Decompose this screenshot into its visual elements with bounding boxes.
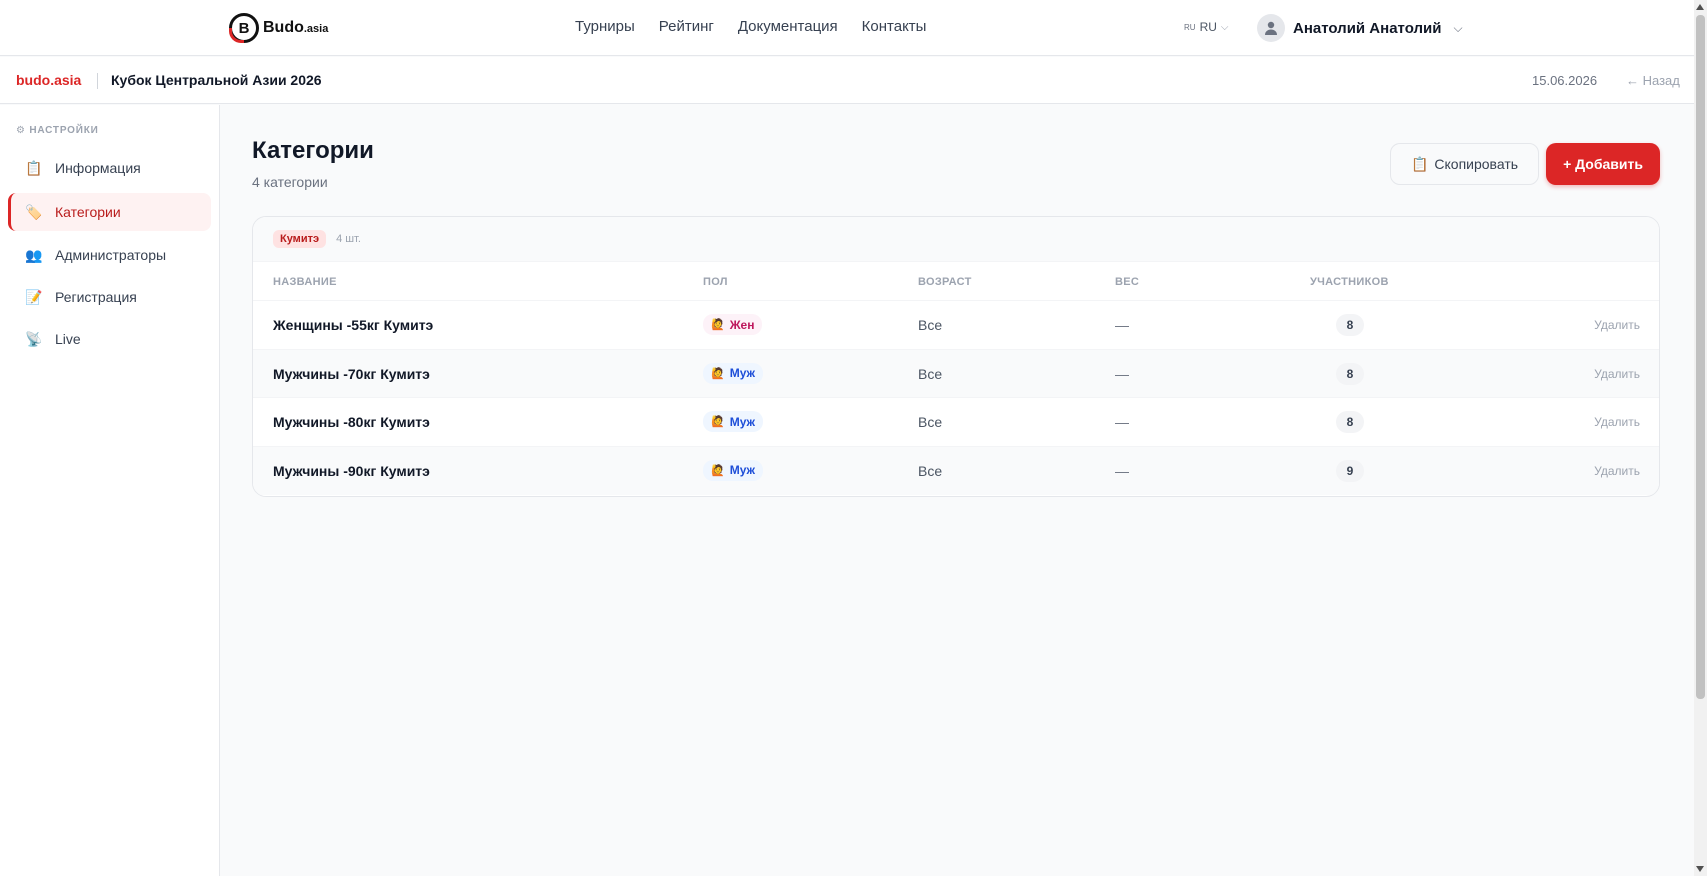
user-name: Анатолий Анатолий bbox=[1293, 19, 1442, 37]
category-name: Женщины -55кг Кумитэ bbox=[273, 317, 434, 333]
age-value: Все bbox=[918, 414, 943, 430]
participants-badge: 8 bbox=[1336, 411, 1364, 433]
category-name: Мужчины -90кг Кумитэ bbox=[273, 462, 430, 479]
brand-link[interactable]: budo.asia bbox=[16, 72, 81, 88]
avatar bbox=[1257, 14, 1285, 42]
top-navbar: B Budo.asia Турниры Рейтинг Документация… bbox=[0, 0, 1694, 56]
main-nav: Турниры Рейтинг Документация Контакты bbox=[575, 18, 926, 35]
sidebar-item-label: Live bbox=[55, 331, 81, 347]
category-name: Мужчины -80кг Кумитэ bbox=[273, 414, 430, 430]
logo-suffix: .asia bbox=[303, 23, 329, 35]
gender-badge: 🙋 Муж bbox=[703, 362, 764, 384]
logo-icon: B bbox=[229, 13, 259, 43]
copy-button[interactable]: 📋 Скопировать bbox=[1390, 143, 1539, 185]
table-body: Женщины -55кг Кумитэ 🙋 Жен Все — 8 Удалит… bbox=[253, 301, 1659, 495]
divider bbox=[97, 73, 98, 89]
budo-logo[interactable]: B Budo.asia bbox=[229, 12, 328, 44]
sidebar-item-label: Информация bbox=[55, 160, 141, 176]
table-row[interactable]: Женщины -55кг Кумитэ 🙋 Жен Все — 8 Удалит… bbox=[253, 301, 1659, 350]
sidebar-item-info[interactable]: 📋 Информация bbox=[8, 149, 211, 187]
tournament-header: budo.asia Кубок Центральной Азии 2026 15… bbox=[0, 57, 1694, 104]
page-scrollbar[interactable] bbox=[1694, 0, 1707, 876]
column-header-name: НАЗВАНИЕ bbox=[273, 276, 337, 288]
table-row[interactable]: Мужчины -80кг Кумитэ 🙋 Муж Все — 8 Удалит… bbox=[253, 398, 1659, 447]
column-header-age: ВОЗРАСТ bbox=[918, 276, 972, 288]
tag-icon: 🏷️ bbox=[25, 203, 43, 220]
category-name: Мужчины -70кг Кумитэ bbox=[273, 365, 430, 382]
column-header-gender: ПОЛ bbox=[703, 276, 728, 288]
sidebar-item-categories[interactable]: 🏷️ Категории bbox=[8, 193, 211, 231]
user-menu[interactable]: Анатолий Анатолий ⌵ bbox=[1257, 14, 1463, 42]
language-selector[interactable]: RU RU ⌵ bbox=[1184, 20, 1229, 34]
scroll-down-arrow-icon[interactable] bbox=[1696, 866, 1704, 872]
satellite-icon: 📡 bbox=[25, 330, 43, 347]
column-header-participants: УЧАСТНИКОВ bbox=[1310, 276, 1389, 288]
age-value: Все bbox=[918, 462, 943, 479]
participants-badge: 8 bbox=[1336, 314, 1364, 336]
add-category-button[interactable]: + Добавить bbox=[1546, 143, 1660, 185]
sidebar-item-admins[interactable]: 👥 Администраторы bbox=[8, 236, 211, 274]
clipboard-icon: 📋 bbox=[1410, 155, 1429, 172]
category-group-card: Кумитэ 4 шт. НАЗВАНИЕ ПОЛ ВОЗРАСТ ВЕС УЧ… bbox=[252, 216, 1660, 497]
weight-value: — bbox=[1115, 462, 1129, 479]
table-row[interactable]: Мужчины -70кг Кумитэ 🙋 Муж Все — 8 Удалит… bbox=[253, 349, 1659, 398]
gender-label: Муж bbox=[729, 366, 756, 380]
sidebar-item-label: Администраторы bbox=[55, 247, 167, 263]
sidebar-item-live[interactable]: 📡 Live bbox=[8, 320, 211, 358]
sidebar-item-label: Категории bbox=[55, 204, 121, 220]
sidebar-heading: ⚙ НАСТРОЙКИ bbox=[16, 125, 99, 136]
gender-badge: 🙋 Муж bbox=[703, 459, 764, 481]
person-icon: 🙋 bbox=[711, 464, 725, 477]
settings-sidebar: ⚙ НАСТРОЙКИ 📋 Информация 🏷️ Категории 👥 … bbox=[0, 105, 220, 876]
page-title: Категории bbox=[252, 137, 374, 164]
chevron-down-icon: ⌵ bbox=[1220, 21, 1229, 33]
person-icon: 🙋 bbox=[711, 319, 725, 331]
sidebar-item-label: Регистрация bbox=[55, 289, 137, 305]
table-header: НАЗВАНИЕ ПОЛ ВОЗРАСТ ВЕС УЧАСТНИКОВ bbox=[253, 262, 1659, 301]
scroll-up-arrow-icon[interactable] bbox=[1696, 4, 1704, 10]
users-icon: 👥 bbox=[25, 246, 43, 263]
copy-button-label: Скопировать bbox=[1434, 156, 1519, 172]
participants-badge: 9 bbox=[1336, 459, 1364, 482]
person-icon: 🙋 bbox=[711, 367, 725, 380]
participants-badge: 8 bbox=[1336, 362, 1364, 385]
nav-link-contacts[interactable]: Контакты bbox=[862, 18, 927, 35]
language-flag-icon: RU bbox=[1184, 22, 1196, 32]
gender-badge: 🙋 Муж bbox=[703, 411, 764, 432]
chevron-down-icon: ⌵ bbox=[1453, 20, 1463, 35]
clipboard-icon: 📋 bbox=[25, 159, 43, 176]
age-value: Все bbox=[918, 317, 943, 333]
category-group-header: Кумитэ 4 шт. bbox=[253, 217, 1659, 262]
delete-button[interactable]: Удалить bbox=[1594, 415, 1640, 429]
category-count: 4 шт. bbox=[336, 233, 361, 245]
page-subtitle: 4 категории bbox=[252, 174, 328, 190]
table-row[interactable]: Мужчины -90кг Кумитэ 🙋 Муж Все — 9 Удалит… bbox=[253, 446, 1659, 495]
person-icon: 🙋 bbox=[711, 416, 725, 428]
nav-link-rating[interactable]: Рейтинг bbox=[659, 18, 714, 35]
gender-label: Муж bbox=[729, 463, 756, 477]
delete-button[interactable]: Удалить bbox=[1594, 464, 1640, 478]
weight-value: — bbox=[1115, 317, 1129, 333]
back-link[interactable]: ← Назад bbox=[1626, 73, 1680, 88]
tournament-title: Кубок Центральной Азии 2026 bbox=[111, 72, 322, 88]
weight-value: — bbox=[1115, 414, 1129, 430]
age-value: Все bbox=[918, 365, 943, 382]
gender-label: Жен bbox=[729, 317, 755, 332]
column-header-weight: ВЕС bbox=[1115, 276, 1140, 288]
weight-value: — bbox=[1115, 365, 1129, 382]
gender-label: Муж bbox=[729, 414, 756, 429]
language-label: RU bbox=[1199, 20, 1217, 34]
delete-button[interactable]: Удалить bbox=[1594, 367, 1640, 381]
logo-text: Budo bbox=[263, 19, 304, 36]
gender-badge: 🙋 Жен bbox=[703, 314, 763, 335]
tournament-date: 15.06.2026 bbox=[1532, 73, 1598, 88]
delete-button[interactable]: Удалить bbox=[1594, 318, 1640, 332]
nav-link-tournaments[interactable]: Турниры bbox=[575, 18, 635, 35]
nav-link-docs[interactable]: Документация bbox=[738, 18, 838, 35]
memo-icon: 📝 bbox=[25, 288, 43, 305]
user-icon bbox=[1265, 21, 1277, 35]
sidebar-item-registration[interactable]: 📝 Регистрация bbox=[8, 278, 211, 316]
scroll-thumb[interactable] bbox=[1696, 15, 1705, 699]
discipline-chip: Кумитэ bbox=[273, 230, 327, 248]
